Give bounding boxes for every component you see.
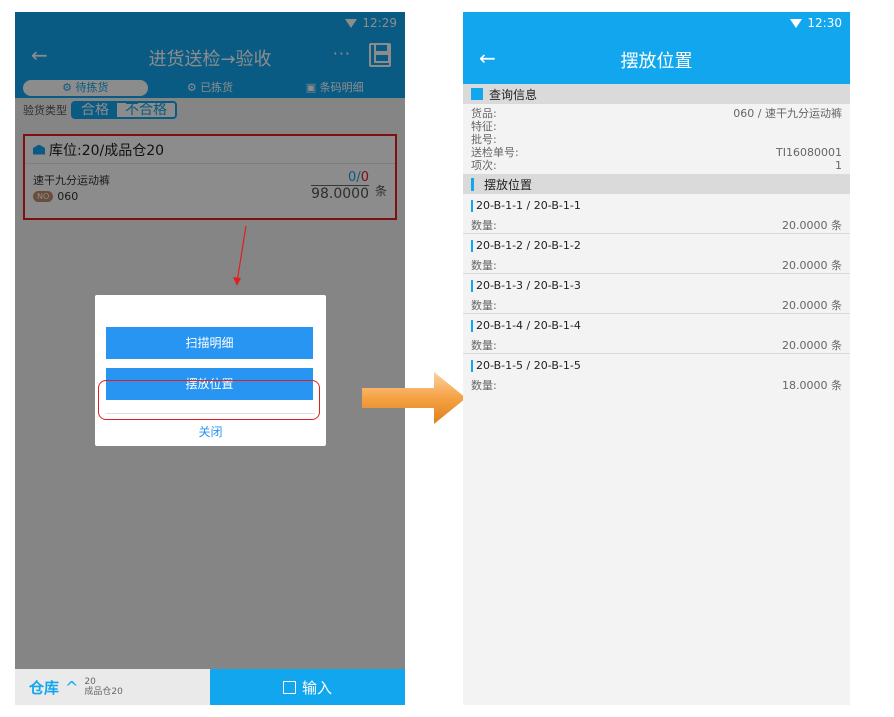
query-info-header: 查询信息: [463, 84, 850, 104]
info-row-line: 项次: 1: [471, 159, 842, 172]
list-item[interactable]: 20-B-1-4 / 20-B-1-4 数量: 20.0000 条: [463, 314, 850, 354]
item-bar-icon: [471, 239, 473, 252]
qty-label: 数量:: [471, 259, 497, 272]
qty-label: 数量:: [471, 379, 497, 392]
warehouse-selector[interactable]: 仓库 ^ 20 成品仓20: [15, 669, 210, 705]
list-item[interactable]: 20-B-1-5 / 20-B-1-5 数量: 18.0000 条: [463, 354, 850, 394]
scan-detail-button[interactable]: 扫描明细: [106, 327, 313, 359]
page-title: 摆放位置: [620, 51, 693, 72]
info-label: 项次:: [471, 159, 497, 172]
item-bar-icon: [471, 359, 473, 372]
input-label: 输入: [301, 678, 332, 697]
section-bar-icon: [471, 177, 474, 191]
position-qty: 20.0000 条: [782, 219, 842, 232]
position-code: 20-B-1-3 / 20-B-1-3: [476, 279, 581, 292]
left-phone-screen: 12:29 ← 进货送检→验收 ··· ⚙ 待拣货 ⚙ 已拣货 ▣ 条码明细 验…: [15, 12, 405, 705]
position-code: 20-B-1-5 / 20-B-1-5: [476, 359, 581, 372]
wifi-icon: [790, 18, 803, 28]
info-value: TI16080001: [776, 146, 842, 159]
right-phone-screen: 12:30 ← 摆放位置 查询信息 货品: 060 / 速干九分运动裤 特征: 批…: [463, 12, 850, 705]
qty-label: 数量:: [471, 299, 497, 312]
highlight-outline: [98, 380, 320, 420]
item-bar-icon: [471, 199, 473, 212]
info-value: 1: [835, 159, 842, 172]
qty-label: 数量:: [471, 219, 497, 232]
warehouse-label: 仓库: [29, 678, 60, 697]
info-row-feature: 特征:: [471, 120, 842, 133]
edit-icon: [282, 680, 296, 694]
input-button[interactable]: 输入: [210, 669, 405, 705]
warehouse-name: 成品仓20: [84, 687, 123, 697]
info-label: 货品:: [471, 107, 497, 120]
position-qty: 20.0000 条: [782, 299, 842, 312]
status-bar: 12:30: [463, 12, 850, 34]
chevron-up-icon: ^: [65, 677, 79, 697]
list-item[interactable]: 20-B-1-3 / 20-B-1-3 数量: 20.0000 条: [463, 274, 850, 314]
transition-arrow-icon: [362, 372, 466, 424]
item-bar-icon: [471, 279, 473, 292]
list-item[interactable]: 20-B-1-1 / 20-B-1-1 数量: 20.0000 条: [463, 194, 850, 234]
list-item[interactable]: 20-B-1-2 / 20-B-1-2 数量: 20.0000 条: [463, 234, 850, 274]
status-time: 12:30: [807, 16, 842, 30]
position-header: 摆放位置: [463, 174, 850, 194]
position-code: 20-B-1-2 / 20-B-1-2: [476, 239, 581, 252]
info-value: 060 / 速干九分运动裤: [733, 107, 842, 120]
query-info-list: 货品: 060 / 速干九分运动裤 特征: 批号: 送检单号: TI16080001…: [463, 104, 850, 174]
position-code: 20-B-1-1 / 20-B-1-1: [476, 199, 581, 212]
query-info-title: 查询信息: [489, 87, 538, 102]
position-code: 20-B-1-4 / 20-B-1-4: [476, 319, 581, 332]
info-label: 送检单号:: [471, 146, 519, 159]
position-qty: 20.0000 条: [782, 259, 842, 272]
position-qty: 20.0000 条: [782, 339, 842, 352]
app-bar: ← 摆放位置: [463, 34, 850, 84]
warehouse-info: 20 成品仓20: [84, 677, 122, 697]
position-title: 摆放位置: [484, 177, 533, 192]
info-row-item: 货品: 060 / 速干九分运动裤: [471, 107, 842, 120]
info-row-order: 送检单号: TI16080001: [471, 146, 842, 159]
dialog-close-button[interactable]: 关闭: [95, 423, 326, 440]
info-icon: [471, 88, 483, 100]
bottom-bar: 仓库 ^ 20 成品仓20 输入: [15, 669, 405, 705]
info-row-batch: 批号:: [471, 133, 842, 146]
qty-label: 数量:: [471, 339, 497, 352]
position-qty: 18.0000 条: [782, 379, 842, 392]
info-label: 批号:: [471, 133, 497, 146]
item-bar-icon: [471, 319, 473, 332]
warehouse-code: 20: [84, 677, 96, 687]
info-label: 特征:: [471, 120, 497, 133]
action-dialog: 扫描明细 摆放位置 关闭: [95, 295, 326, 446]
